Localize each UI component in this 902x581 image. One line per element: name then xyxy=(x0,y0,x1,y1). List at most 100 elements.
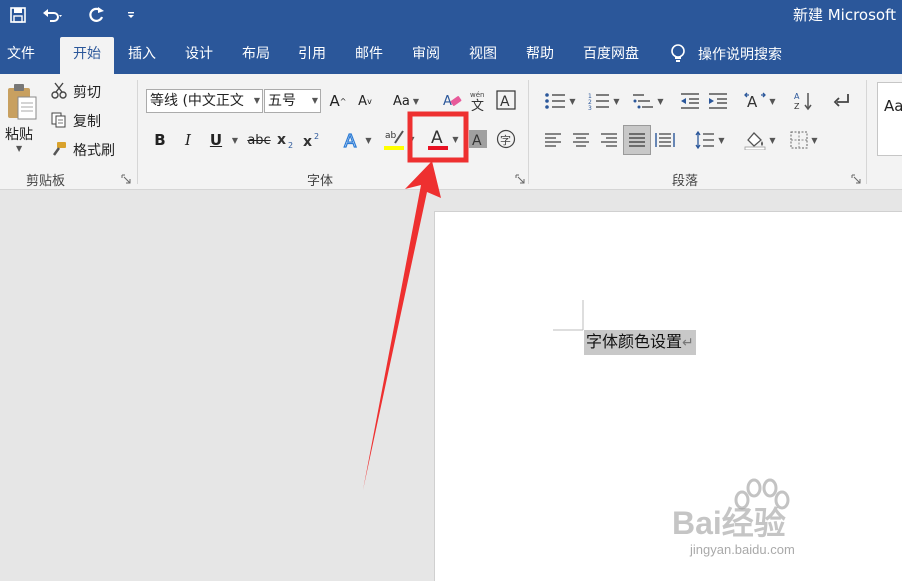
tell-me-search[interactable]: 操作说明搜索 xyxy=(670,39,782,69)
undo-icon[interactable] xyxy=(40,3,66,27)
font-size-select[interactable]: 五号 ▼ xyxy=(264,89,321,113)
clipboard-dialog-launcher-icon[interactable] xyxy=(121,174,131,184)
font-name-value: 等线 (中文正文 xyxy=(150,93,244,109)
shrink-font-icon[interactable]: Av xyxy=(354,89,376,113)
align-right-icon[interactable] xyxy=(598,128,620,152)
multilevel-list-button[interactable]: ▼ xyxy=(628,88,668,114)
font-group-label: 字体 xyxy=(307,174,334,189)
change-case-button[interactable]: Aa ▼ xyxy=(386,89,426,113)
ribbon-home: 粘贴 ▼ 剪切 复制 格式刷 剪贴板 等线 (中文正文 ▼ 五号 ▼ A ^ Av A… xyxy=(0,74,902,190)
scissors-icon[interactable] xyxy=(50,82,68,100)
tab-layout[interactable]: 布局 xyxy=(234,37,278,74)
svg-text:Z: Z xyxy=(794,102,800,111)
text-effects-icon: A xyxy=(344,130,358,150)
highlighter-icon: ab xyxy=(384,130,405,150)
strikethrough-button[interactable]: abc xyxy=(245,128,273,152)
svg-text:x: x xyxy=(303,134,312,149)
phonetic-guide-icon[interactable]: wén 文 xyxy=(466,88,490,114)
asian-layout-icon: A xyxy=(744,92,767,111)
change-case-label: Aa xyxy=(392,93,410,109)
lightbulb-icon xyxy=(671,44,685,62)
chevron-down-icon: ▼ xyxy=(718,135,725,145)
clear-formatting-icon[interactable]: A xyxy=(440,89,464,113)
svg-text:A: A xyxy=(431,128,443,148)
paste-icon[interactable] xyxy=(2,80,42,124)
paste-button[interactable]: 粘贴 xyxy=(5,124,33,144)
underline-dropdown-caret[interactable]: ▼ xyxy=(228,128,242,152)
tab-home[interactable]: 开始 xyxy=(60,37,114,74)
chevron-down-icon: ▼ xyxy=(569,96,576,106)
chevron-down-icon: ▼ xyxy=(452,134,459,144)
numbering-button[interactable]: 1 2 3 ▼ xyxy=(584,88,624,114)
decrease-indent-icon[interactable] xyxy=(678,88,702,114)
chevron-down-icon: ▼ xyxy=(311,96,318,105)
tab-references[interactable]: 引用 xyxy=(290,37,334,74)
font-name-select[interactable]: 等线 (中文正文 ▼ xyxy=(146,89,263,113)
sort-icon[interactable]: AZ xyxy=(792,88,816,114)
borders-button[interactable]: ▼ xyxy=(784,128,824,152)
copy-button[interactable]: 复制 xyxy=(73,111,101,131)
svg-text:A: A xyxy=(747,93,758,111)
svg-text:2: 2 xyxy=(288,141,293,149)
format-painter-button[interactable]: 格式刷 xyxy=(73,140,115,160)
character-shading-icon[interactable]: A xyxy=(467,128,489,150)
svg-text:文: 文 xyxy=(471,99,484,112)
paste-dropdown-caret[interactable]: ▼ xyxy=(16,144,22,153)
styles-gallery[interactable]: Aa xyxy=(877,82,902,156)
tell-me-label: 操作说明搜索 xyxy=(698,47,782,63)
line-spacing-button[interactable]: ▼ xyxy=(690,128,730,152)
font-color-icon: A xyxy=(428,128,449,150)
numbering-icon: 123 xyxy=(588,93,610,110)
increase-indent-icon[interactable] xyxy=(706,88,730,114)
show-formatting-marks-icon[interactable] xyxy=(830,88,854,114)
tab-help[interactable]: 帮助 xyxy=(518,37,562,74)
group-separator xyxy=(528,80,529,184)
italic-button[interactable]: I xyxy=(178,128,198,152)
subscript-icon[interactable]: x2 xyxy=(276,128,298,152)
group-separator xyxy=(137,80,138,184)
character-border-icon[interactable]: A xyxy=(495,89,517,111)
align-center-icon[interactable] xyxy=(570,128,592,152)
font-color-button[interactable]: A ▼ xyxy=(422,126,464,152)
tab-file[interactable]: 文件 xyxy=(0,37,42,74)
justify-icon[interactable] xyxy=(623,125,651,155)
tab-design[interactable]: 设计 xyxy=(177,37,221,74)
bullets-icon xyxy=(545,93,566,109)
underline-button[interactable]: U xyxy=(206,128,226,152)
chevron-down-icon: ▼ xyxy=(412,96,419,106)
bullets-button[interactable]: ▼ xyxy=(540,88,580,114)
format-painter-icon[interactable] xyxy=(50,140,68,158)
asian-layout-button[interactable]: A ▼ xyxy=(740,88,780,114)
tab-review[interactable]: 审阅 xyxy=(404,37,448,74)
cut-button[interactable]: 剪切 xyxy=(73,82,101,102)
text-highlight-button[interactable]: ab ▼ xyxy=(380,126,418,152)
copy-icon[interactable] xyxy=(50,111,68,129)
paragraph-mark-icon: ↵ xyxy=(682,335,694,351)
paint-bucket-icon xyxy=(745,132,766,150)
redo-icon[interactable] xyxy=(84,3,110,27)
chevron-down-icon: ▼ xyxy=(408,134,415,144)
tab-view[interactable]: 视图 xyxy=(461,37,505,74)
shading-button[interactable]: ▼ xyxy=(740,128,780,152)
tab-baidu-netdisk[interactable]: 百度网盘 xyxy=(575,37,647,74)
distributed-align-icon[interactable] xyxy=(654,128,676,152)
align-left-icon[interactable] xyxy=(542,128,564,152)
customize-quick-access-icon[interactable] xyxy=(118,3,144,27)
bold-button[interactable]: B xyxy=(150,128,170,152)
font-size-value: 五号 xyxy=(268,93,296,109)
enclose-characters-icon[interactable]: 字 xyxy=(495,128,517,150)
superscript-icon[interactable]: x2 xyxy=(302,128,324,152)
pointer-arrow xyxy=(363,161,441,490)
tab-insert[interactable]: 插入 xyxy=(120,37,164,74)
chevron-down-icon: ▼ xyxy=(811,135,818,145)
selected-document-text[interactable]: 字体颜色设置↵ xyxy=(584,330,696,355)
paragraph-dialog-launcher-icon[interactable] xyxy=(851,174,861,184)
tab-mailings[interactable]: 邮件 xyxy=(347,37,391,74)
save-icon[interactable] xyxy=(5,3,31,27)
watermark-brand: Bai经验 xyxy=(672,505,786,541)
svg-text:A: A xyxy=(344,131,357,150)
clipboard-group-label: 剪贴板 xyxy=(26,174,66,189)
font-dialog-launcher-icon[interactable] xyxy=(515,174,525,184)
grow-font-icon[interactable]: A ^ xyxy=(327,89,349,113)
text-effects-button[interactable]: A ▼ xyxy=(338,128,376,152)
